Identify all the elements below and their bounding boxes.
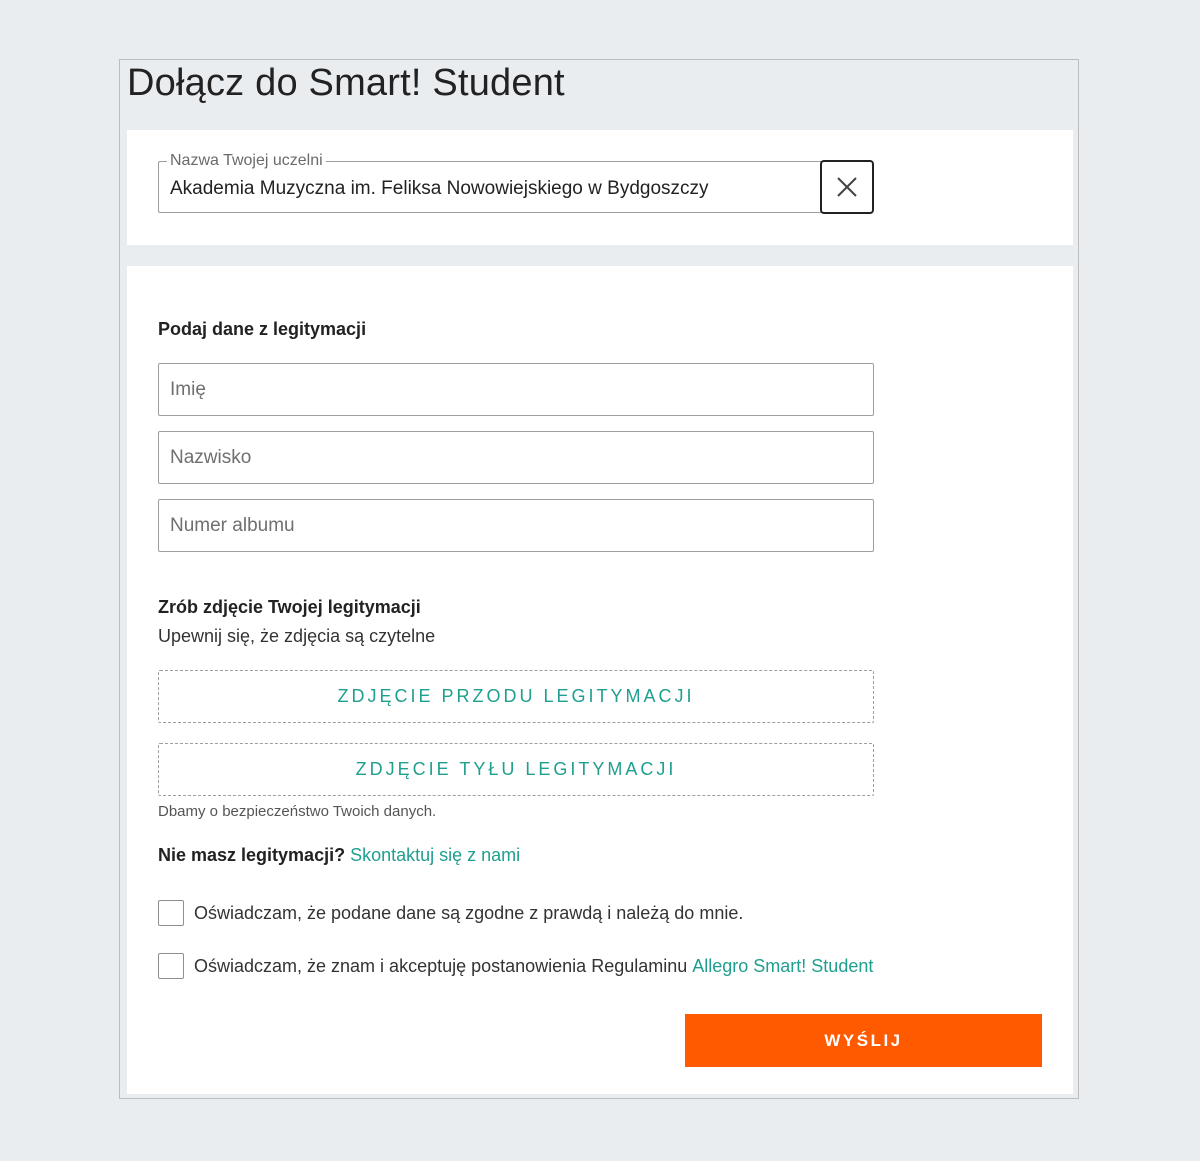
album-number-input[interactable]: [158, 499, 874, 552]
last-name-input[interactable]: [158, 431, 874, 484]
upload-front-photo-button[interactable]: ZDJĘCIE PRZODU LEGITYMACJI: [158, 670, 874, 723]
terms-consent-label: Oświadczam, że znam i akceptuję postanow…: [194, 955, 688, 976]
truth-consent-checkbox[interactable]: [158, 900, 184, 926]
submit-button[interactable]: WYŚLIJ: [685, 1014, 1042, 1067]
university-card: Nazwa Twojej uczelni Akademia Muzyczna i…: [127, 130, 1073, 245]
contact-us-link[interactable]: Skontaktuj się z nami: [350, 845, 520, 865]
university-field[interactable]: Nazwa Twojej uczelni Akademia Muzyczna i…: [158, 151, 822, 213]
photo-subtitle: Upewnij się, że zdjęcia są czytelne: [158, 626, 436, 646]
terms-consent-checkbox[interactable]: [158, 953, 184, 979]
university-field-value[interactable]: Akademia Muzyczna im. Feliksa Nowowiejsk…: [170, 178, 709, 200]
photo-heading: Zrób zdjęcie Twojej legitymacji: [158, 597, 421, 617]
upload-back-photo-button[interactable]: ZDJĘCIE TYŁU LEGITYMACJI: [158, 743, 874, 796]
student-form-card: Podaj dane z legitymacji Zrób zdjęcie Tw…: [127, 266, 1073, 1094]
university-field-label: Nazwa Twojej uczelni: [167, 151, 326, 171]
truth-consent-label: Oświadczam, że podane dane są zgodne z p…: [194, 902, 744, 923]
clear-university-button[interactable]: [820, 160, 874, 214]
no-id-question: Nie masz legitymacji?: [158, 845, 346, 865]
first-name-input[interactable]: [158, 363, 874, 416]
page-title: Dołącz do Smart! Student: [127, 62, 565, 104]
truth-consent-row: Oświadczam, że podane dane są zgodne z p…: [158, 900, 743, 926]
terms-link[interactable]: Allegro Smart! Student: [692, 956, 873, 977]
terms-consent-row: Oświadczam, że znam i akceptuję postanow…: [158, 953, 873, 979]
close-icon: [837, 177, 857, 197]
signup-panel: Dołącz do Smart! Student Nazwa Twojej uc…: [119, 59, 1079, 1099]
id-data-heading: Podaj dane z legitymacji: [158, 319, 367, 339]
contact-line: Nie masz legitymacji? Skontaktuj się z n…: [158, 845, 520, 866]
privacy-note: Dbamy o bezpieczeństwo Twoich danych.: [158, 803, 437, 820]
